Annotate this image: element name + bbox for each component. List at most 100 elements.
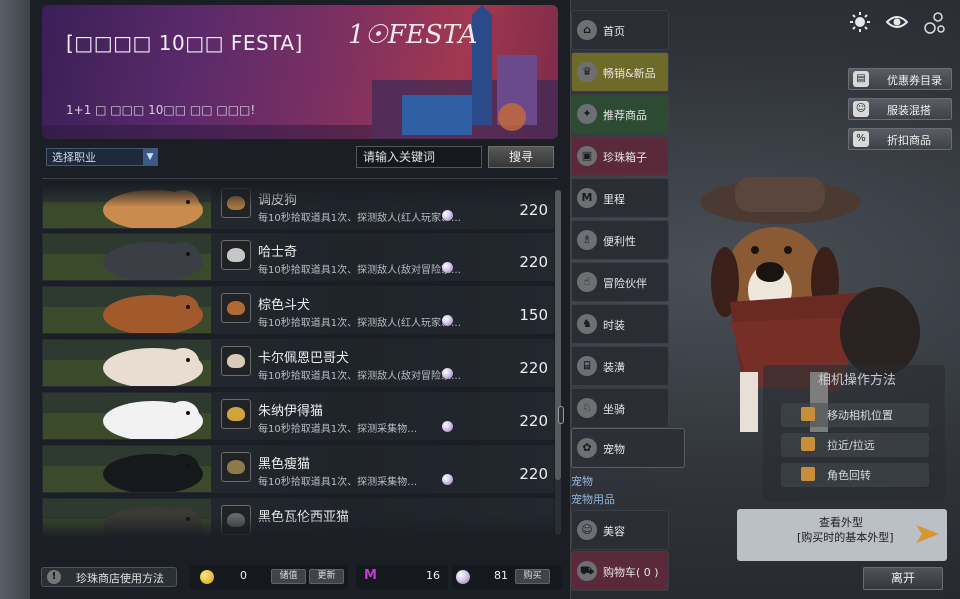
product-row[interactable]: 黑色瘦猫 每10秒拾取道具1次、探测采集物… 220	[42, 445, 554, 493]
nav-sub-pet-items[interactable]: 宠物用品	[571, 491, 615, 507]
shop-help-button[interactable]: ! 珍珠商店使用方法	[41, 567, 177, 587]
pet-portrait-icon	[221, 293, 251, 323]
trophy-icon: ♛	[577, 62, 597, 82]
nav-item[interactable]: ⌂ 首页	[571, 10, 669, 50]
discount-button[interactable]: % 折扣商品	[848, 128, 952, 150]
gift-icon: ✦	[577, 104, 597, 124]
exit-button[interactable]: 离开	[863, 567, 943, 590]
camera-help-title: 相机操作方法	[818, 373, 897, 388]
product-description: 每10秒拾取道具1次、探测采集物…	[258, 424, 418, 435]
coupon-list-label: 优惠券目录	[887, 74, 942, 87]
nav-item[interactable]: ♞ 时装	[571, 304, 669, 344]
product-description: 每10秒拾取道具1次、探测敌人(红人玩家、…	[258, 318, 461, 329]
view-appearance-panel[interactable]: 查看外型 [购买时的基本外型]	[737, 509, 947, 561]
product-price: 220	[519, 359, 548, 377]
horse-icon: ♘	[577, 398, 597, 418]
pet-portrait-icon	[221, 399, 251, 429]
eye-icon[interactable]	[885, 14, 909, 33]
job-select-label: 选择职业	[52, 151, 96, 164]
scrollbar-grip[interactable]	[558, 406, 564, 424]
paw-icon: ✿	[577, 438, 597, 458]
discount-label: 折扣商品	[887, 134, 931, 147]
pearl-icon	[442, 210, 453, 221]
nav-item[interactable]: ✿ 宠物	[571, 428, 685, 468]
pearl-icon	[442, 421, 453, 432]
list-fade-bottom	[42, 515, 558, 537]
refresh-button[interactable]: 更新	[309, 569, 344, 584]
filter-row: 选择职业 ▼ 搜寻	[44, 146, 558, 170]
camera-zoom-label: 拉近/拉远	[827, 439, 875, 452]
search-button[interactable]: 搜寻	[488, 146, 554, 168]
mileage-icon: M	[364, 568, 377, 583]
nav-item-label: 首页	[603, 25, 625, 38]
job-select-dropdown[interactable]: 选择职业 ▼	[46, 148, 158, 166]
nav-item-label: 推荐商品	[603, 109, 647, 122]
nav-item[interactable]: ☺ 美容	[571, 510, 669, 550]
festa-banner[interactable]: [□□□□ 10□□ FESTA] 1☉FESTA 1+1 □ □□□ 10□□…	[42, 5, 558, 139]
product-row[interactable]: 哈士奇 每10秒拾取道具1次、探测敌人(敌对冒险家… 220	[42, 233, 554, 281]
nav-item[interactable]: M 里程	[571, 178, 669, 218]
nav-item-label: 里程	[603, 193, 625, 206]
product-name: 卡尔佩恩巴哥犬	[258, 351, 350, 366]
nav-item[interactable]: ⛟ 购物车( 0 )	[571, 551, 669, 591]
outfit-mix-button[interactable]: ☺ 服装混搭	[848, 98, 952, 120]
search-input[interactable]	[356, 146, 482, 168]
silver-coin-icon	[200, 570, 214, 584]
chevron-down-icon[interactable]: ▼	[143, 149, 157, 165]
view-appearance-title: 查看外型	[819, 516, 863, 529]
nav-item[interactable]: ✦ 推荐商品	[571, 94, 669, 134]
beauty-icon: ☺	[577, 520, 597, 540]
furniture-icon: ⌸	[577, 356, 597, 376]
left-edge-strip	[0, 0, 30, 599]
scrollbar-thumb[interactable]	[555, 190, 561, 480]
outfit-icon: ♞	[577, 314, 597, 334]
product-thumbnail	[43, 446, 211, 492]
nav-item[interactable]: ⌸ 装潢	[571, 346, 669, 386]
product-name: 棕色斗犬	[258, 298, 311, 313]
discount-icon: %	[853, 131, 869, 147]
nav-item[interactable]: ♗ 便利性	[571, 220, 669, 260]
product-row[interactable]: 卡尔佩恩巴哥犬 每10秒拾取道具1次、探测敌人(敌对冒险家… 220	[42, 339, 554, 387]
product-row[interactable]: 棕色斗犬每10秒拾取道具1次、探测敌人(红人玩家、… 150	[42, 286, 554, 334]
nav-item-label: 美容	[603, 525, 625, 538]
pearl-amount: 81	[494, 569, 508, 582]
camera-zoom-row: 拉近/拉远	[781, 433, 929, 457]
bubbles-icon[interactable]	[924, 12, 946, 37]
buy-button[interactable]: 购买	[515, 569, 550, 584]
view-appearance-sub: [购买时的基本外型]	[797, 531, 894, 544]
shop-help-label: 珍珠商店使用方法	[76, 572, 164, 585]
product-name: 哈士奇	[258, 245, 298, 260]
product-description: 每10秒拾取道具1次、探测采集物…	[258, 477, 418, 488]
product-thumbnail	[43, 393, 211, 439]
pearl-icon	[442, 262, 453, 273]
people-icon: ☺	[853, 101, 869, 117]
nav-item[interactable]: ♘ 坐骑	[571, 388, 669, 428]
scrollbar[interactable]	[555, 190, 561, 535]
list-fade-top	[42, 185, 558, 207]
brightness-icon[interactable]	[850, 12, 870, 35]
nav-item[interactable]: ▣ 珍珠箱子	[571, 136, 669, 176]
recharge-button[interactable]: 储值	[271, 569, 306, 584]
nav-item-label: 购物车( 0 )	[603, 566, 659, 579]
product-name: 黑色瘦猫	[258, 457, 311, 472]
pearl-icon	[442, 315, 453, 326]
mouse-right-icon	[801, 467, 815, 481]
nav-item-label: 冒险伙伴	[603, 277, 647, 290]
nav-item[interactable]: ♛ 畅销&新品	[571, 52, 669, 92]
nav-sub-pets[interactable]: 宠物	[571, 473, 593, 489]
info-icon: !	[47, 570, 61, 584]
banner-title: [□□□□ 10□□ FESTA]	[66, 31, 303, 55]
home-icon: ⌂	[577, 20, 597, 40]
nav-item[interactable]: ☝ 冒险伙伴	[571, 262, 669, 302]
chest-icon: ▣	[577, 146, 597, 166]
product-row[interactable]: 朱纳伊得猫 每10秒拾取道具1次、探测采集物… 220	[42, 392, 554, 440]
product-thumbnail	[43, 340, 211, 386]
nav-item-label: 珍珠箱子	[603, 151, 647, 164]
coupon-list-button[interactable]: ▤ 优惠券目录	[848, 68, 952, 90]
camera-move-row: 移动相机位置	[781, 403, 929, 427]
pearl-shop-panel: [□□□□ 10□□ FESTA] 1☉FESTA 1+1 □ □□□ 10□□…	[30, 0, 571, 599]
pet-portrait-icon	[221, 346, 251, 376]
play-arrow-icon[interactable]	[912, 519, 942, 549]
flask-icon: ♗	[577, 230, 597, 250]
product-price: 150	[519, 306, 548, 324]
